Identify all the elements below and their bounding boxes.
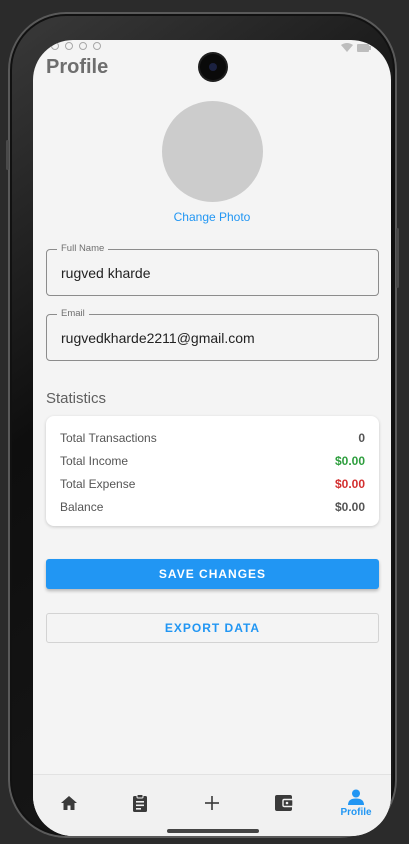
stat-label: Balance — [60, 500, 104, 514]
notification-icon — [93, 42, 101, 50]
nav-item-profile[interactable]: Profile — [326, 775, 386, 831]
stat-value: $0.00 — [334, 454, 365, 468]
home-icon — [61, 796, 77, 810]
nav-item-home[interactable] — [39, 775, 99, 831]
wallet-icon — [275, 795, 293, 811]
notification-icon — [79, 42, 87, 50]
nav-item-transactions[interactable] — [110, 775, 170, 831]
nav-item-add[interactable] — [182, 775, 242, 831]
statistics-title: Statistics — [46, 390, 107, 407]
stat-label: Total Expense — [60, 477, 136, 491]
stat-value: $0.00 — [334, 500, 365, 514]
page-title: Profile — [46, 56, 109, 78]
bottom-navigation: Profile — [33, 774, 391, 836]
app-screen: Profile Change Photo Full Name rugved kh… — [33, 40, 391, 836]
front-camera — [200, 54, 226, 80]
save-changes-button[interactable]: SAVE CHANGES — [46, 559, 379, 589]
notification-icon — [65, 42, 73, 50]
notification-icon — [51, 42, 59, 50]
home-indicator[interactable] — [167, 829, 259, 833]
full-name-label: Full Name — [57, 243, 109, 254]
stat-label: Total Income — [60, 454, 129, 468]
change-photo-link[interactable]: Change Photo — [33, 210, 391, 224]
nav-label-profile: Profile — [340, 806, 372, 818]
export-data-button[interactable]: EXPORT DATA — [46, 613, 379, 643]
email-value[interactable]: rugvedkharde2211@gmail.com — [61, 330, 255, 346]
power-button — [396, 228, 399, 288]
person-icon — [348, 789, 364, 805]
status-bar-left — [51, 42, 101, 50]
add-icon — [205, 796, 219, 810]
status-bar-right — [341, 43, 371, 53]
phone-frame: Profile Change Photo Full Name rugved kh… — [6, 12, 399, 838]
stat-value: $0.00 — [334, 477, 365, 491]
stat-row-income: Total Income $0.00 — [60, 454, 365, 468]
email-label: Email — [57, 308, 89, 319]
clipboard-icon — [133, 794, 147, 812]
wifi-icon — [341, 43, 353, 52]
full-name-field[interactable]: Full Name rugved kharde — [46, 243, 379, 296]
battery-icon — [357, 44, 371, 52]
full-name-value[interactable]: rugved kharde — [61, 265, 151, 281]
stat-row-transactions: Total Transactions 0 — [60, 431, 365, 445]
stat-value: 0 — [358, 431, 365, 445]
stat-row-balance: Balance $0.00 — [60, 500, 365, 514]
volume-button — [6, 140, 9, 170]
avatar[interactable] — [162, 101, 263, 202]
nav-item-wallet[interactable] — [254, 775, 314, 831]
stat-label: Total Transactions — [60, 431, 157, 445]
statistics-card: Total Transactions 0 Total Income $0.00 … — [46, 416, 379, 526]
email-field[interactable]: Email rugvedkharde2211@gmail.com — [46, 308, 379, 361]
stat-row-expense: Total Expense $0.00 — [60, 477, 365, 491]
